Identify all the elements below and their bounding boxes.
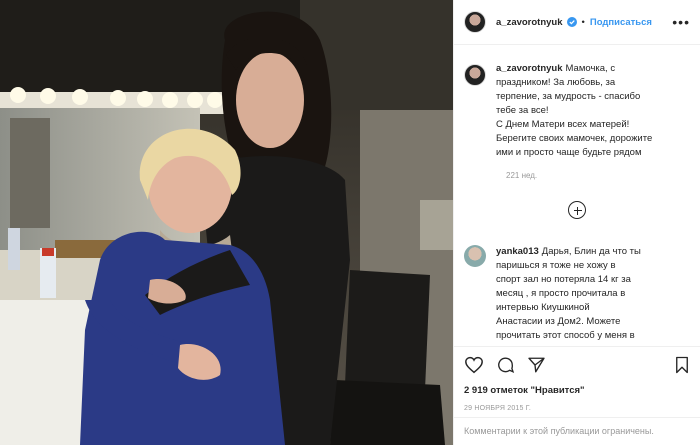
commenter-avatar[interactable] [464, 245, 486, 267]
separator-dot: • [581, 16, 585, 28]
comment-line: месяц , я просто прочитала в [496, 288, 626, 299]
bookmark-icon[interactable] [674, 356, 690, 374]
comment-icon[interactable] [496, 356, 515, 374]
more-options-icon[interactable]: ••• [672, 14, 690, 30]
comments-limited-notice: Комментарии к этой публикации ограничены… [454, 417, 700, 445]
caption-line: тебе за все! [496, 105, 549, 116]
post-date[interactable]: 29 НОЯБРЯ 2015 Г. [464, 405, 690, 412]
comment-line: Анастасии из Дом2. Можете [496, 316, 621, 327]
comment-line: спорт зал но потеряла 14 кг за [496, 274, 631, 285]
photo-illustration [0, 0, 453, 445]
caption-line: терпение, за мудрость - спасибо [496, 91, 641, 102]
author-avatar[interactable] [464, 11, 486, 33]
comment-line: паришься я тоже не хожу в [496, 260, 616, 271]
caption-text: a_zavorotnyuk Мамочка, с праздником! За л… [496, 62, 652, 160]
post-actions: 2 919 отметок "Нравится" 29 НОЯБРЯ 2015 … [454, 346, 700, 412]
caption-username[interactable]: a_zavorotnyuk [496, 63, 563, 74]
author-username[interactable]: a_zavorotnyuk [496, 17, 563, 28]
commenter-username[interactable]: yanka013 [496, 246, 539, 257]
list-item: yanka013 Дарья, Блин да что ты паришься я… [464, 245, 690, 343]
add-comment-icon[interactable] [568, 201, 586, 219]
post-photo[interactable] [0, 0, 453, 445]
likes-count[interactable]: 2 919 отметок "Нравится" [464, 385, 690, 396]
post-header: a_zavorotnyuk • Подписаться ••• [454, 0, 700, 45]
caption-line: ими и просто чаще будьте рядом [496, 147, 642, 158]
verified-icon [566, 17, 577, 27]
caption: a_zavorotnyuk Мамочка, с праздником! За л… [464, 62, 690, 160]
comment-text: yanka013 Дарья, Блин да что ты паришься я… [496, 245, 641, 343]
caption-timestamp[interactable]: 221 нед. [506, 171, 690, 180]
comment-line: прочитать этот способ у меня в [496, 330, 635, 341]
follow-button[interactable]: Подписаться [590, 17, 652, 28]
caption-line: С Днем Матери всех матерей! [496, 119, 630, 130]
caption-avatar[interactable] [464, 64, 486, 86]
caption-line: праздником! За любовь, за [496, 77, 616, 88]
caption-line: Мамочка, с [565, 63, 616, 74]
post-sidebar: a_zavorotnyuk • Подписаться ••• a_zavoro… [453, 0, 700, 445]
caption-line: Берегите своих мамочек, дорожите [496, 133, 653, 144]
share-icon[interactable] [527, 356, 546, 374]
comments-section: a_zavorotnyuk Мамочка, с праздником! За л… [454, 46, 700, 346]
comment-line: Дарья, Блин да что ты [541, 246, 641, 257]
heart-icon[interactable] [464, 356, 484, 374]
comment-line: интервью Киушкиной [496, 302, 590, 313]
